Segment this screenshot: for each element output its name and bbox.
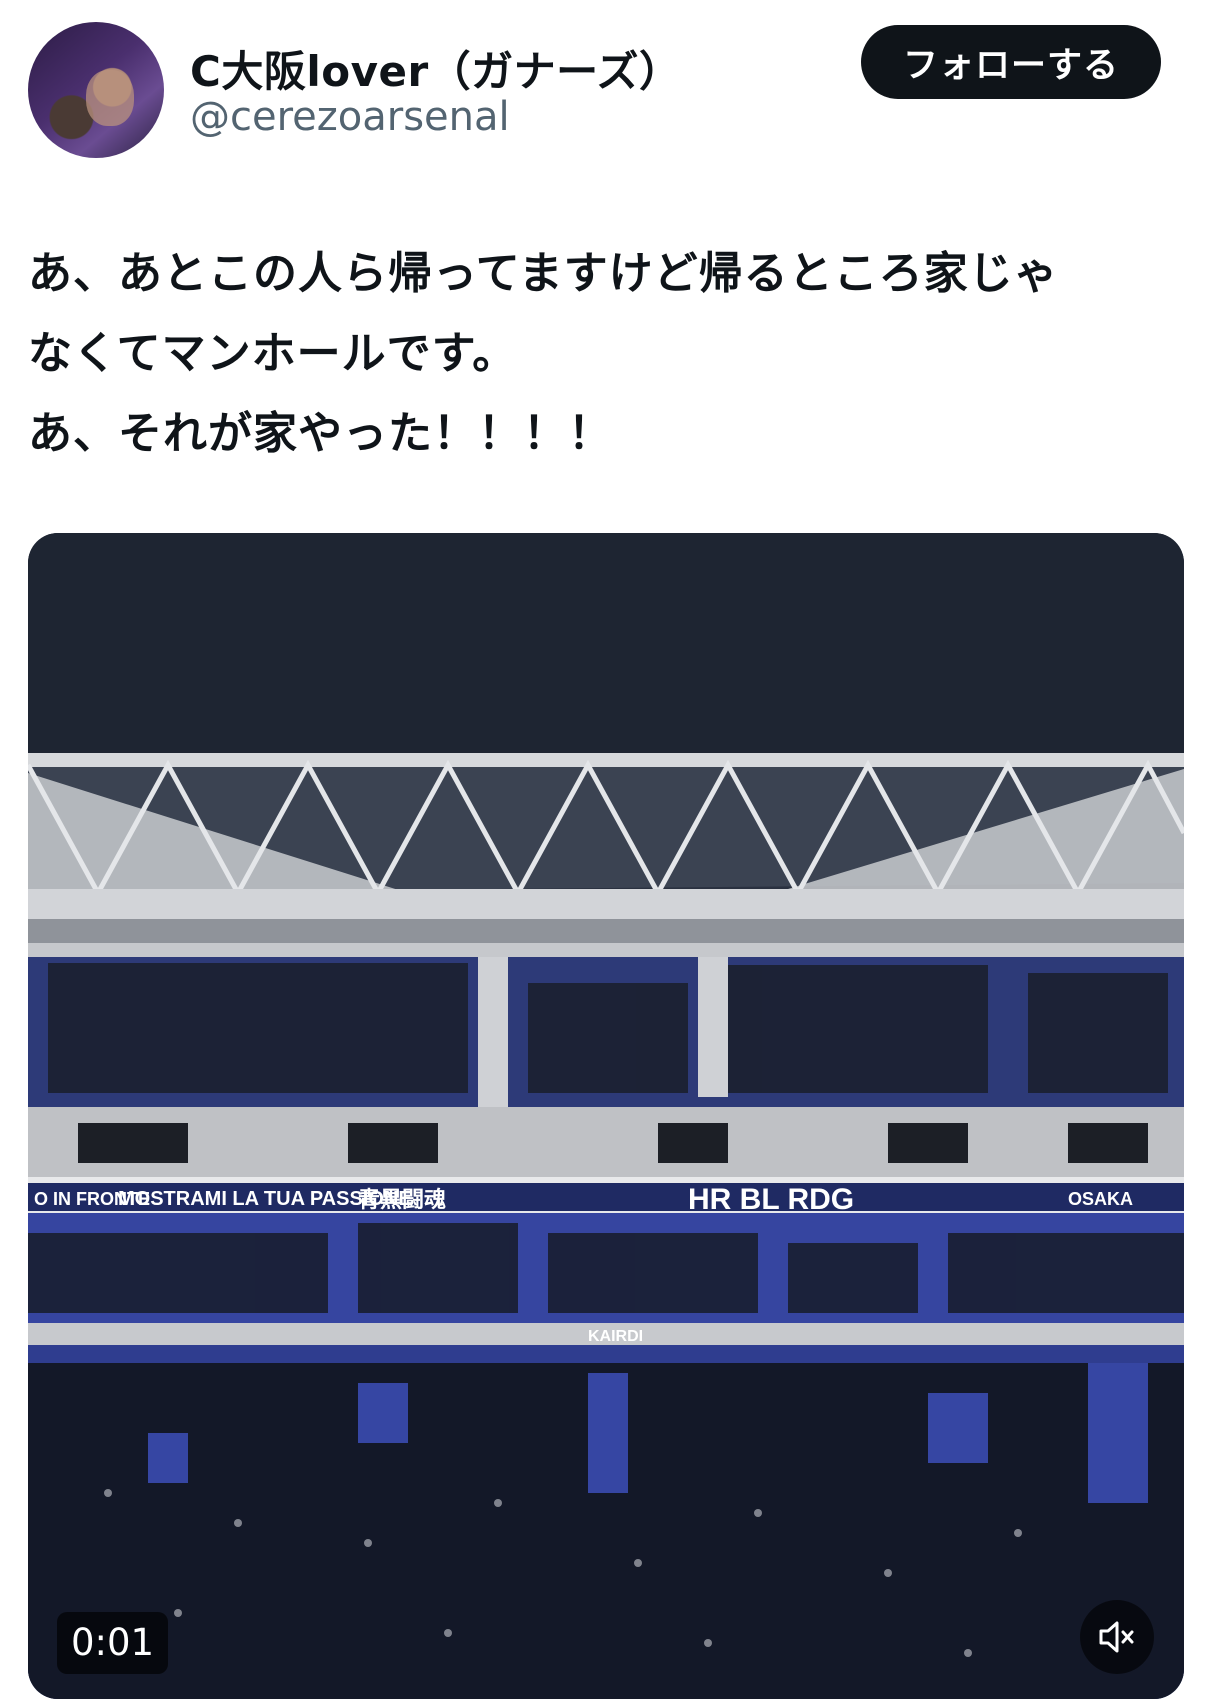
banner-text-5: OSAKA [1068, 1189, 1133, 1209]
tweet-text: あ、あとこの人ら帰ってますけど帰るところ家じゃ なくてマンホールです。 あ、それ… [28, 248, 1059, 459]
banner-text-6: KAIRDI [588, 1328, 643, 1345]
banner-text-3: 青黒闘魂 [358, 1187, 446, 1213]
tweet-header: C大阪lover（ガナーズ） @cerezoarsenal フォローする [0, 0, 1206, 170]
mute-button[interactable] [1080, 1600, 1154, 1674]
video-player[interactable]: O IN FRONTE MOSTRAMI LA TUA PASSIONE 青黒闘… [28, 533, 1184, 1699]
user-handle[interactable]: @cerezoarsenal [190, 94, 510, 140]
banner-text-4: HR BL RDG [688, 1183, 854, 1216]
avatar[interactable] [28, 22, 164, 158]
speaker-muted-icon [1099, 1621, 1134, 1653]
follow-button[interactable]: フォローする [861, 25, 1161, 99]
display-name[interactable]: C大阪lover（ガナーズ） [190, 38, 682, 99]
video-timestamp: 0:01 [57, 1612, 169, 1674]
stadium-video-frame: O IN FRONTE MOSTRAMI LA TUA PASSIONE 青黒闘… [28, 533, 1184, 1699]
